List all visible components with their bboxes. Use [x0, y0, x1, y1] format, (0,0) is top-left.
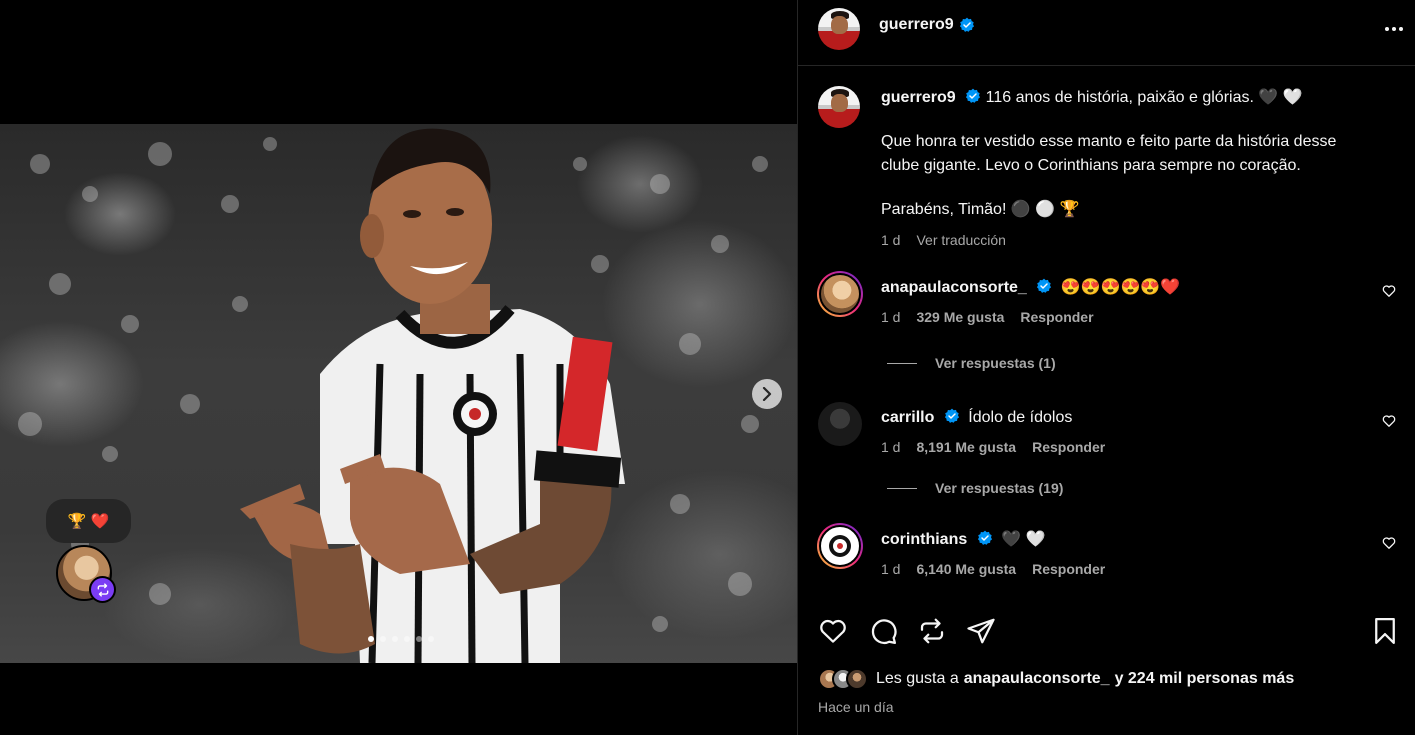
view-replies-button[interactable]: Ver respuestas (1) — [887, 355, 1056, 371]
repost-icon[interactable] — [917, 616, 947, 646]
caption-line-3: Parabéns, Timão! ⚫ ⚪ 🏆 — [881, 201, 1080, 218]
carousel-indicator — [368, 636, 434, 642]
comment-likes[interactable]: 8,191 Me gusta — [916, 439, 1016, 455]
translate-link[interactable]: Ver traducción — [916, 228, 1006, 252]
comment-meta: 1 d 6,140 Me gusta Responder — [881, 561, 1105, 577]
caption-time: 1 d — [881, 232, 901, 248]
comment-avatar[interactable] — [817, 271, 863, 317]
comment-text: Ídolo de ídolos — [968, 409, 1073, 426]
player-photo — [18, 128, 768, 663]
comment-time: 1 d — [881, 439, 901, 455]
caption-username[interactable]: guerrero9 — [881, 89, 956, 106]
view-replies-label: Ver respuestas (19) — [935, 480, 1064, 496]
heart-icon[interactable] — [1382, 414, 1396, 428]
verified-icon — [977, 530, 992, 545]
carousel-dot — [404, 636, 410, 642]
post-timestamp: Hace un día — [818, 699, 894, 715]
comment-body: corinthians 🖤 🤍 — [881, 529, 1045, 551]
liker-avatars[interactable] — [818, 668, 868, 690]
post-media: 🏆 ❤️ — [0, 0, 797, 735]
note-text: 🏆 ❤️ — [67, 513, 110, 530]
more-options-icon[interactable] — [1381, 18, 1407, 40]
comment-meta: 1 d 329 Me gusta Responder — [881, 309, 1094, 325]
replies-divider — [887, 487, 917, 489]
author-avatar[interactable] — [818, 8, 860, 50]
comment-text: 😍😍😍😍😍❤️ — [1060, 279, 1181, 296]
comment-body: anapaulaconsorte_ 😍😍😍😍😍❤️ — [881, 277, 1180, 299]
repost-icon — [97, 582, 108, 597]
replies-divider — [887, 362, 917, 364]
share-icon[interactable] — [966, 616, 996, 646]
post-action-bar — [818, 616, 1400, 650]
comment-time: 1 d — [881, 561, 901, 577]
carousel-dot — [380, 636, 386, 642]
heart-icon[interactable] — [1382, 284, 1396, 298]
carousel-dot-active — [368, 636, 374, 642]
verified-icon — [959, 17, 974, 32]
author-info: guerrero9 — [879, 16, 975, 34]
comment-text: 🖤 🤍 — [1001, 531, 1046, 548]
comment-username[interactable]: corinthians — [881, 531, 967, 548]
likes-prefix: Les gusta a — [876, 670, 959, 687]
comment-avatar[interactable] — [817, 523, 863, 569]
likes-user-link[interactable]: anapaulaconsorte_ — [964, 670, 1110, 688]
carousel-next-button[interactable] — [752, 379, 782, 409]
comments-section: guerrero9 116 anos de história, paixão e… — [798, 66, 1415, 606]
verified-icon — [1037, 278, 1052, 293]
caption-meta: 1 d Ver traducción — [881, 228, 1361, 252]
heart-icon[interactable] — [1382, 536, 1396, 550]
corinthians-logo-icon — [829, 535, 851, 557]
reply-button[interactable]: Responder — [1020, 309, 1093, 325]
note-bubble[interactable]: 🏆 ❤️ — [46, 499, 131, 543]
comment-meta: 1 d 8,191 Me gusta Responder — [881, 439, 1105, 455]
post-side-panel: guerrero9 guerrero9 116 anos de história… — [797, 0, 1415, 735]
caption-text: guerrero9 116 anos de história, paixão e… — [881, 86, 1361, 252]
heart-icon[interactable] — [818, 616, 848, 646]
view-replies-label: Ver respuestas (1) — [935, 355, 1056, 371]
comment-icon[interactable] — [868, 616, 898, 646]
likes-suffix[interactable]: y 224 mil personas más — [1115, 670, 1295, 688]
author-username[interactable]: guerrero9 — [879, 16, 954, 34]
comment-avatar[interactable] — [818, 402, 862, 446]
likes-summary: Les gusta a anapaulaconsorte_ y 224 mil … — [818, 668, 1294, 690]
verified-icon — [966, 88, 981, 103]
caption-avatar[interactable] — [818, 86, 860, 128]
post-header: guerrero9 — [798, 0, 1415, 66]
comment-likes[interactable]: 6,140 Me gusta — [916, 561, 1016, 577]
bookmark-icon[interactable] — [1370, 616, 1400, 646]
repost-badge — [89, 576, 116, 603]
caption-line-2: Que honra ter vestido esse manto e feito… — [881, 133, 1337, 174]
caption-line-1: 116 anos de história, paixão e glórias. … — [985, 89, 1303, 106]
comment-username[interactable]: anapaulaconsorte_ — [881, 279, 1027, 296]
reply-button[interactable]: Responder — [1032, 561, 1105, 577]
verified-icon — [944, 408, 959, 423]
post-photo[interactable] — [0, 124, 797, 663]
carousel-dot — [416, 636, 422, 642]
comment-body: carrillo Ídolo de ídolos — [881, 407, 1072, 429]
comment-likes[interactable]: 329 Me gusta — [916, 309, 1004, 325]
carousel-dot — [392, 636, 398, 642]
chevron-right-icon — [762, 387, 772, 401]
comment-time: 1 d — [881, 309, 901, 325]
comment-username[interactable]: carrillo — [881, 409, 934, 426]
view-replies-button[interactable]: Ver respuestas (19) — [887, 480, 1063, 496]
reply-button[interactable]: Responder — [1032, 439, 1105, 455]
carousel-dot — [428, 636, 434, 642]
